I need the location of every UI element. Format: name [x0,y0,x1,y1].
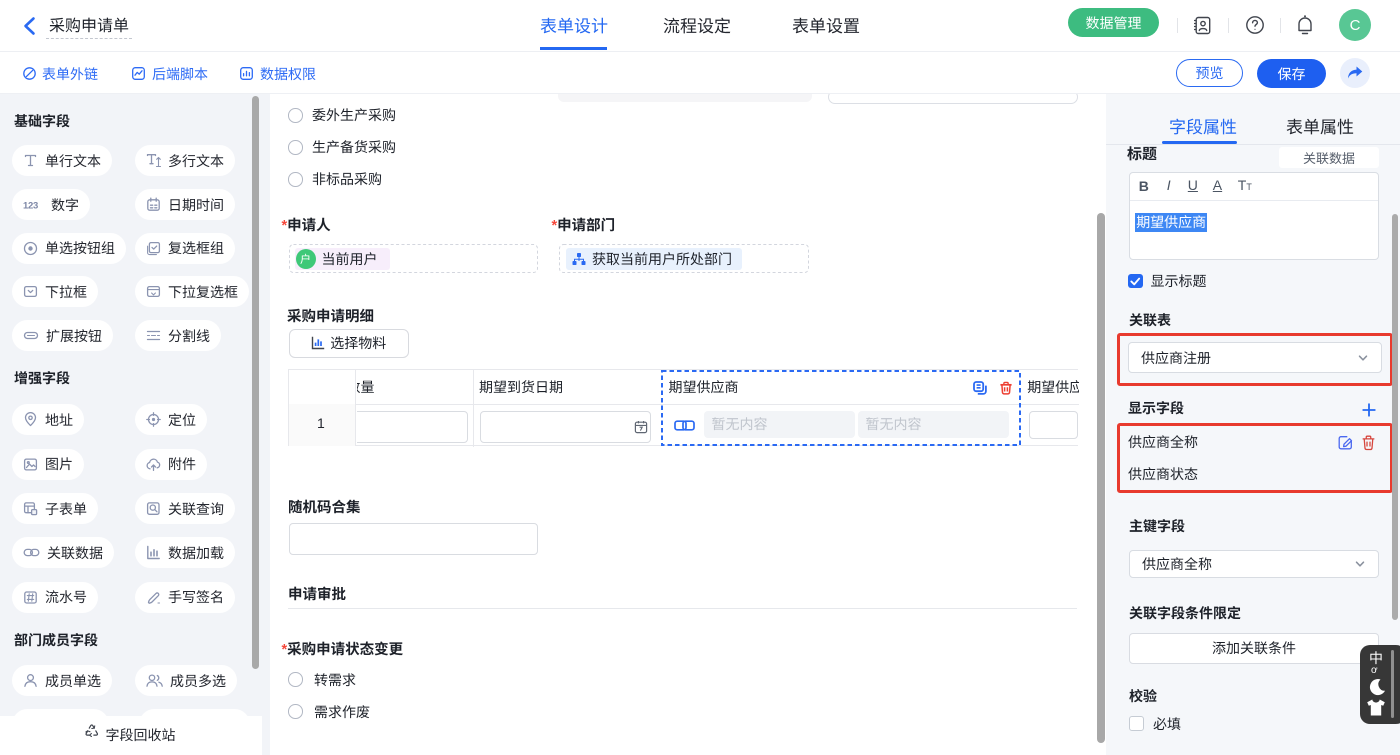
svg-text:123: 123 [23,201,38,212]
